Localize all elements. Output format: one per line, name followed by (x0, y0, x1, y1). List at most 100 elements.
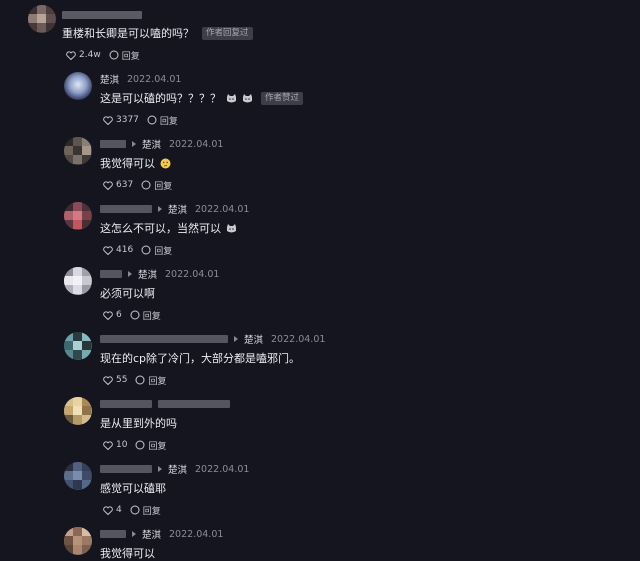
reply-text: 必须可以啊 (100, 287, 155, 300)
like-button[interactable]: 3377 (103, 115, 139, 125)
like-button[interactable]: 55 (103, 375, 127, 385)
avatar[interactable] (64, 202, 92, 230)
like-button[interactable]: 637 (103, 180, 133, 190)
reply-header: 楚淇 2022.04.01 (100, 137, 223, 151)
heart-icon (103, 245, 113, 255)
reply-arrow-icon (128, 271, 132, 277)
reply-button[interactable]: 回复 (109, 49, 140, 62)
comment-header (62, 8, 148, 22)
reply-actions: 6 回复 (103, 308, 169, 322)
heart-icon (103, 115, 113, 125)
reply-icon (147, 115, 157, 125)
reply-actions: 55 回复 (103, 373, 174, 387)
reply-button[interactable]: 回复 (135, 439, 166, 452)
username-mosaic[interactable] (100, 465, 152, 473)
avatar[interactable] (64, 397, 92, 425)
avatar[interactable] (28, 5, 56, 33)
reply-header: 楚淇 2022.04.01 (100, 332, 325, 346)
like-count: 637 (116, 180, 134, 190)
thinking-emoji-icon (160, 158, 171, 168)
username-mosaic[interactable] (158, 400, 230, 408)
username-mosaic[interactable] (100, 205, 152, 213)
heart-icon (66, 50, 76, 60)
reply-button[interactable]: 回复 (135, 374, 166, 387)
reply-button[interactable]: 回复 (147, 114, 178, 127)
reply-button[interactable]: 回复 (141, 179, 172, 192)
reply-header: 楚淇 2022.04.01 (100, 267, 219, 281)
reply-label: 回复 (142, 506, 161, 517)
reply-icon (135, 375, 145, 385)
username-mosaic[interactable] (100, 270, 122, 278)
reply-button[interactable]: 回复 (141, 244, 172, 257)
avatar[interactable] (64, 332, 92, 360)
cat-emoji-icon (227, 223, 236, 232)
reply-icon (130, 505, 140, 515)
reply-actions: 10 回复 (103, 438, 174, 452)
like-button[interactable]: 6 (103, 310, 122, 320)
reply-to-name[interactable]: 楚淇 (138, 267, 157, 281)
reply-label: 回复 (154, 246, 173, 257)
reply-to-name[interactable]: 楚淇 (244, 332, 263, 346)
username-mosaic[interactable] (100, 335, 228, 343)
reply-date: 2022.04.01 (169, 528, 224, 540)
reply-date: 2022.04.01 (195, 203, 250, 215)
reply-body: 是从里到外的吗 (100, 415, 177, 431)
reply-icon (109, 50, 119, 60)
reply-icon (141, 180, 151, 190)
username-mosaic[interactable] (100, 140, 126, 148)
reply-body: 感觉可以磕耶 (100, 480, 166, 496)
heart-icon (103, 375, 113, 385)
reply-arrow-icon (132, 531, 136, 537)
reply-header (100, 397, 236, 411)
reply-text: 这是可以磕的吗？？？？ (100, 92, 221, 105)
reply-text: 是从里到外的吗 (100, 417, 177, 430)
reply-to-name[interactable]: 楚淇 (142, 137, 161, 151)
reply-arrow-icon (234, 336, 238, 342)
reply-actions: 4 回复 (103, 503, 169, 517)
reply-to-name[interactable]: 楚淇 (168, 462, 187, 476)
reply-actions: 637 回复 (103, 178, 180, 192)
like-count: 2.4w (79, 50, 101, 60)
username-mosaic[interactable] (100, 530, 126, 538)
reply-date: 2022.04.01 (271, 333, 326, 345)
reply-text: 这怎么不可以，当然可以 (100, 222, 221, 235)
reply-header: 楚淇 2022.04.01 (100, 527, 223, 541)
username-mosaic[interactable] (100, 400, 152, 408)
username-mosaic[interactable] (62, 11, 142, 19)
reply-header: 楚淇 2022.04.01 (100, 462, 249, 476)
author-avatar[interactable] (64, 72, 92, 100)
like-count: 55 (116, 375, 128, 385)
reply-date: 2022.04.01 (127, 73, 182, 85)
reply-to-name[interactable]: 楚淇 (168, 202, 187, 216)
avatar[interactable] (64, 462, 92, 490)
reply-to-name[interactable]: 楚淇 (142, 527, 161, 541)
cat-emoji-icon (243, 93, 252, 102)
reply-header: 楚淇 2022.04.01 (100, 72, 182, 87)
comment-actions: 2.4w 回复 (66, 48, 148, 62)
like-button[interactable]: 10 (103, 440, 127, 450)
comment-text: 重楼和长卿是可以嗑的吗？ (62, 27, 194, 40)
reply-text: 感觉可以磕耶 (100, 482, 166, 495)
heart-icon (103, 440, 113, 450)
author-name[interactable]: 楚淇 (100, 72, 119, 86)
like-count: 6 (116, 310, 122, 320)
avatar[interactable] (64, 267, 92, 295)
reply-body: 我觉得可以 (100, 545, 155, 561)
reply-button[interactable]: 回复 (130, 504, 161, 517)
like-button[interactable]: 416 (103, 245, 133, 255)
reply-label: 回复 (148, 441, 167, 452)
avatar[interactable] (64, 527, 92, 555)
avatar[interactable] (64, 137, 92, 165)
reply-text: 我觉得可以 (100, 157, 155, 170)
reply-body: 我觉得可以 (100, 155, 171, 171)
like-button[interactable]: 4 (103, 505, 122, 515)
reply-text: 现在的cp除了冷门，大部分都是嗑邪门。 (100, 352, 301, 365)
reply-arrow-icon (132, 141, 136, 147)
reply-button[interactable]: 回复 (130, 309, 161, 322)
reply-text: 我觉得可以 (100, 547, 155, 560)
reply-label: 回复 (154, 181, 173, 192)
like-button[interactable]: 2.4w (66, 50, 101, 60)
like-count: 4 (116, 505, 122, 515)
heart-icon (103, 505, 113, 515)
reply-icon (141, 245, 151, 255)
